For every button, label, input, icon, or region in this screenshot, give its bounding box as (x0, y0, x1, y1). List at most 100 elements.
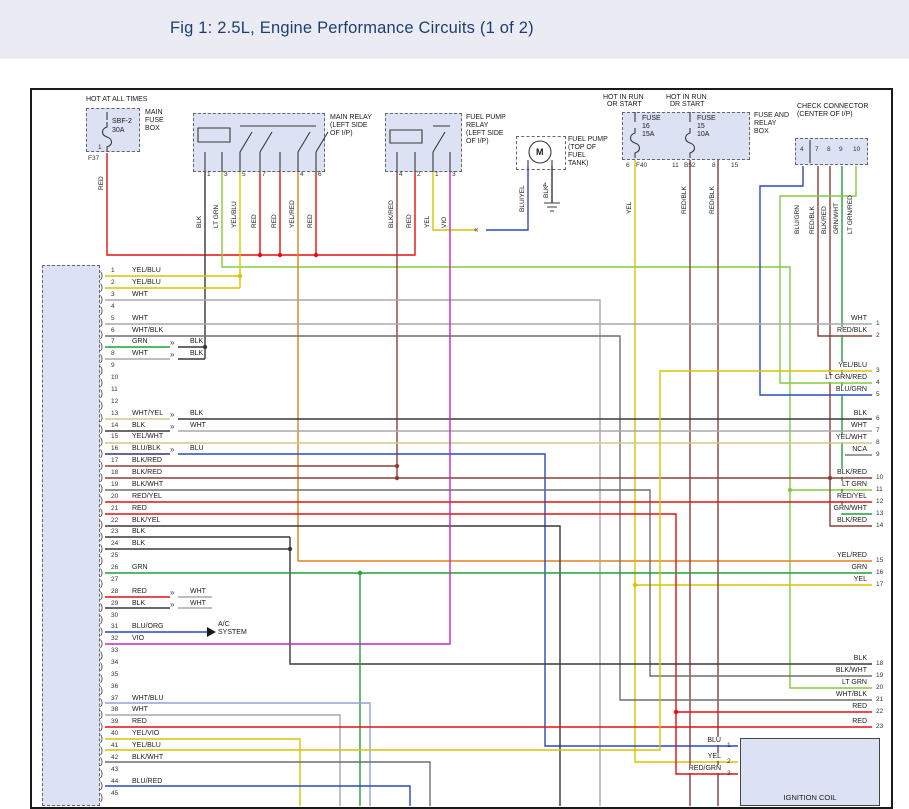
right-pin-label: GRN (850, 564, 868, 572)
check-pin-number: 4 (800, 146, 804, 153)
right-pin-label: BLK/WHT (835, 667, 868, 675)
wire-label: WHT (132, 350, 148, 358)
connector-bracket: ) (100, 484, 103, 493)
wire-label: YEL/BLU (132, 267, 161, 275)
connector-bracket: ) (100, 746, 103, 755)
right-pin-label: RED/BLK (836, 327, 868, 335)
splice-icon: » (170, 601, 173, 609)
wire-label: BLU/BLK (132, 445, 161, 453)
right-pin-number: 13 (876, 510, 883, 517)
connector-bracket: ) (100, 496, 103, 505)
connector-bracket: ) (100, 544, 103, 553)
right-pin-label: YEL/BLU (837, 362, 868, 370)
connector-bracket: ) (100, 306, 103, 315)
wire-label: RED (132, 505, 147, 513)
connector-bracket: ) (100, 449, 103, 458)
relay-wire-label: BLK (196, 216, 203, 228)
right-pin-number: 3 (876, 367, 880, 374)
figure-title-bar: Fig 1: 2.5L, Engine Performance Circuits… (0, 0, 909, 59)
wire-label: BLK/WHT (132, 754, 163, 762)
right-pin-label: WHT/BLK (835, 691, 868, 699)
fuse15-label: FUSE (697, 115, 716, 123)
fuel-pump-relay-label: FUEL PUMP (466, 114, 506, 122)
right-pin-number: 11 (876, 486, 883, 493)
connector-bracket: ) (100, 769, 103, 778)
wire-label: BLK (132, 540, 145, 548)
pin-number: 45 (111, 790, 118, 797)
pin-number: 3 (111, 291, 115, 298)
pin-number: 12 (111, 398, 118, 405)
connector-bracket: ) (100, 662, 103, 671)
fuse16-label: 16 (642, 123, 650, 131)
splice-icon: » (170, 446, 173, 454)
pin-number: 42 (111, 754, 118, 761)
fuse15-label: 15 (697, 123, 705, 131)
fuse-relay-box-label: BOX (754, 128, 769, 136)
pin-number: 22 (111, 517, 118, 524)
connector-bracket: ) (100, 627, 103, 636)
main-relay-box (193, 113, 325, 172)
fuse-pin-label: 15 (731, 162, 738, 169)
relay-wire-label: BLK/RED (388, 200, 395, 228)
right-pin-number: 17 (876, 581, 883, 588)
fuel-pump-label: TANK) (568, 160, 588, 168)
right-pin-label: BLK (853, 655, 868, 663)
pin-number: 27 (111, 576, 118, 583)
pin-number: 8 (111, 350, 115, 357)
check-wire-label: LT GRN/RED (847, 195, 854, 234)
right-pin-number: 10 (876, 474, 883, 481)
stub-wire-label: WHT (190, 600, 206, 608)
pin-number: 15 (111, 433, 118, 440)
fuse-name: SBF-2 (112, 118, 132, 126)
pin-number: 28 (111, 588, 118, 595)
right-pin-label: YEL/WHT (835, 434, 868, 442)
connector-bracket: ) (100, 330, 103, 339)
connector-bracket: ) (100, 437, 103, 446)
right-pin-label: WHT (850, 315, 868, 323)
wire-label: RED/YEL (132, 493, 162, 501)
fuse-pin-label: F40 (636, 162, 647, 169)
fuel-pump-relay-box (385, 113, 462, 172)
pin-number: 33 (111, 647, 118, 654)
right-pin-label: NCA (851, 446, 868, 454)
wire-label: WHT/YEL (132, 410, 163, 418)
relay-pin-number: 3 (452, 171, 456, 178)
wire-label: WHT (132, 291, 148, 299)
relay-pin-number: 7 (262, 171, 266, 178)
pin-number: 18 (111, 469, 118, 476)
fuse15-label: 10A (697, 131, 709, 139)
connector-bracket: ) (100, 556, 103, 565)
connector-bracket: ) (100, 722, 103, 731)
wire-label: BLK/YEL (132, 517, 160, 525)
wire-label: WHT/BLU (132, 695, 164, 703)
relay-pin-number: 3 (224, 171, 228, 178)
connector-bracket: ) (100, 639, 103, 648)
relay-pin-number: 2 (417, 171, 421, 178)
right-pin-number: 23 (876, 723, 883, 730)
pin-number: 11 (111, 386, 118, 393)
wire-label: YEL/WHT (132, 433, 163, 441)
relay-wire-label: LT GRN (213, 205, 220, 228)
ignition-pin-label: YEL (707, 753, 722, 761)
main-relay-label: (LEFT SIDE (330, 122, 368, 130)
connector-bracket: ) (100, 389, 103, 398)
fuel-pump-relay-label: OF I/P) (466, 138, 489, 146)
ignition-pin-label: BLU (706, 737, 722, 745)
fuse-wire-label: RED/BLK (709, 186, 716, 214)
right-pin-number: 6 (876, 415, 880, 422)
pin-number: 30 (111, 612, 118, 619)
pin-number: 43 (111, 766, 118, 773)
wire-label: YEL/VIO (132, 730, 159, 738)
connector-bracket: ) (100, 413, 103, 422)
stub-wire-label: BLK (190, 410, 203, 418)
right-pin-number: 22 (876, 708, 883, 715)
wire-label: GRN (132, 338, 148, 346)
splice-icon: » (170, 339, 173, 347)
fuse-rating: 30A (112, 127, 124, 135)
pin-number: 17 (111, 457, 118, 464)
wire-label: RED (132, 718, 147, 726)
ac-system-label: SYSTEM (218, 629, 247, 637)
right-pin-label: RED (851, 703, 868, 711)
main-relay-label: MAIN RELAY (330, 114, 372, 122)
connector-bracket: ) (100, 674, 103, 683)
